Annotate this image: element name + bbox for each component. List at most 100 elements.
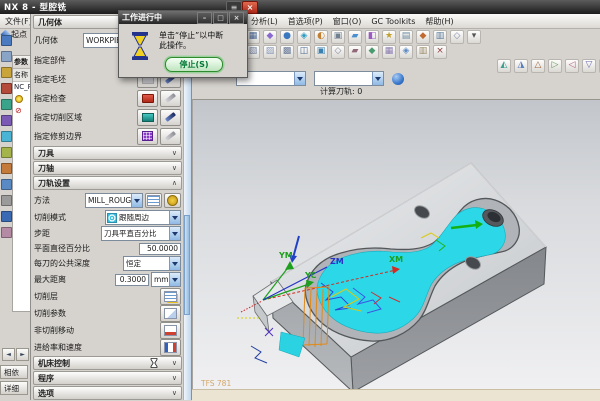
toolbar-icon[interactable]: ▾ (467, 30, 481, 44)
minimize-button[interactable]: – (197, 12, 212, 24)
toolbar-icon[interactable]: ◆ (416, 30, 430, 44)
toolbar-icon[interactable]: ▽ (582, 59, 596, 73)
toolbar-icon[interactable]: △ (531, 59, 545, 73)
toolbar-icon[interactable]: ◈ (399, 45, 413, 59)
toolbar-icon[interactable]: ▰ (348, 30, 362, 44)
resource-icon[interactable] (1, 211, 12, 222)
scroll-left-button[interactable]: ◄ (2, 348, 15, 361)
cutting-parameters-button[interactable] (160, 305, 181, 322)
new-method-button[interactable] (145, 193, 162, 208)
percent-diameter-input[interactable]: 50.0000 (139, 243, 181, 255)
chevron-down-icon[interactable] (294, 72, 305, 85)
toolbar-icon[interactable]: ◆ (263, 30, 277, 44)
toolbar-icon[interactable]: ◈ (297, 30, 311, 44)
resource-icon[interactable] (1, 227, 12, 238)
select-trim-boundary-button[interactable] (137, 128, 158, 145)
toolbar-icon[interactable]: ▨ (263, 45, 277, 59)
resource-icon[interactable] (1, 179, 12, 190)
display-check-button[interactable] (160, 90, 181, 107)
toolbar-icon[interactable]: ◇ (450, 30, 464, 44)
details-tab[interactable]: 详细 (0, 381, 28, 395)
toolbar-icon[interactable]: ◁ (565, 59, 579, 73)
select-cut-area-button[interactable] (137, 109, 158, 126)
progress-dialog: 工作进行中 – □ × 单击“停止”以中断 此操作。 停止(S) (118, 10, 248, 78)
dependencies-tab[interactable]: 相依 (0, 365, 28, 379)
toolbar-icon[interactable]: ▣ (331, 30, 345, 44)
toolbar-icon[interactable]: ◆ (365, 45, 379, 59)
scrollbar-thumb[interactable] (184, 215, 190, 315)
stop-button[interactable]: 停止(S) (165, 57, 223, 72)
toolbar-icon[interactable]: ◫ (297, 45, 311, 59)
toolbar-icon[interactable]: ▥ (416, 45, 430, 59)
view-orient-sphere-icon[interactable] (392, 73, 404, 85)
toolbar-icon[interactable]: ▰ (348, 45, 362, 59)
toolbar-icon[interactable]: ● (280, 30, 294, 44)
section-machine-control[interactable]: 机床控制 ∨ (33, 356, 182, 370)
resource-icon[interactable] (1, 35, 12, 46)
resource-icon[interactable] (1, 83, 12, 94)
toolbar-icon[interactable]: ▷ (548, 59, 562, 73)
edit-method-button[interactable] (164, 193, 181, 208)
method-select[interactable]: MILL_ROUGH (85, 193, 143, 208)
resource-icon[interactable] (1, 67, 12, 78)
chevron-down-icon[interactable] (169, 257, 180, 270)
depth-per-cut-select[interactable]: 恒定 (123, 256, 181, 271)
resource-icon[interactable] (1, 147, 12, 158)
max-distance-input[interactable]: 0.3000 (115, 274, 149, 286)
section-tool[interactable]: 刀具 ∨ (33, 146, 182, 160)
chevron-down-icon[interactable] (372, 72, 383, 85)
toolbar-icon[interactable]: ★ (382, 30, 396, 44)
toolbar-icon[interactable]: ▣ (314, 45, 328, 59)
toolbar-icon[interactable]: ▩ (280, 45, 294, 59)
toolbar-icon[interactable]: ◧ (365, 30, 379, 44)
chevron-down-icon[interactable] (169, 227, 180, 240)
menu-item[interactable]: GC Toolkits (366, 17, 420, 26)
display-cut-area-button[interactable] (160, 109, 181, 126)
progress-message: 单击“停止”以中断 此操作。 (159, 31, 223, 51)
selection-filter-select[interactable] (314, 71, 384, 86)
check-geometry-icon (142, 94, 154, 103)
section-tool-axis[interactable]: 刀轴 ∨ (33, 161, 182, 175)
non-cutting-moves-button[interactable] (160, 322, 181, 339)
chevron-down-icon[interactable] (169, 273, 180, 286)
resource-icon[interactable] (1, 131, 12, 142)
toolbar-icon[interactable]: ▧ (246, 45, 260, 59)
menu-item[interactable]: 窗口(O) (328, 16, 367, 27)
section-options[interactable]: 选项 ∨ (33, 386, 182, 400)
chevron-down-icon[interactable] (131, 194, 142, 207)
resource-icon[interactable] (1, 115, 12, 126)
toolbar-icon[interactable]: ▥ (433, 30, 447, 44)
resource-icon[interactable] (1, 163, 12, 174)
toolbar-icon[interactable]: ◇ (331, 45, 345, 59)
depth-per-cut-row: 每刀的公共深度 恒定 (33, 256, 182, 271)
toolbar-icon[interactable]: ▦ (246, 30, 260, 44)
cut-pattern-select[interactable]: 跟随周边 (105, 210, 181, 225)
section-path-settings[interactable]: 刀轨设置 ∧ (33, 176, 182, 190)
toolbar-icon[interactable]: ◮ (514, 59, 528, 73)
feeds-speeds-button[interactable] (160, 339, 181, 356)
menu-item[interactable]: 分析(L) (246, 16, 283, 27)
toolbar-icon[interactable]: ▦ (382, 45, 396, 59)
cut-levels-button[interactable] (160, 288, 181, 305)
maximize-button[interactable]: □ (213, 12, 228, 24)
resource-icon[interactable] (1, 99, 12, 110)
toolbar-icon[interactable]: × (433, 45, 447, 59)
toolbar-icon[interactable]: ▤ (399, 30, 413, 44)
display-trim-boundary-button[interactable] (160, 128, 181, 145)
max-distance-unit-select[interactable]: mm (151, 272, 181, 287)
stepover-select[interactable]: 刀具平直百分比 (101, 226, 181, 241)
graphics-viewport[interactable]: YM YC ZM XM TFS 781 (192, 99, 600, 390)
chevron-down-icon[interactable] (169, 211, 180, 224)
scroll-right-button[interactable]: ► (16, 348, 29, 361)
menu-item[interactable]: 帮助(H) (420, 16, 458, 27)
menu-item[interactable]: 首选项(P) (283, 16, 328, 27)
navigator-tree-item[interactable]: NC_P (13, 82, 31, 92)
progress-titlebar[interactable]: 工作进行中 – □ × (119, 11, 247, 24)
toolbar-icon[interactable]: ◭ (497, 59, 511, 73)
toolbar-icon[interactable]: ◐ (314, 30, 328, 44)
resource-icon[interactable] (1, 51, 12, 62)
resource-icon[interactable] (1, 195, 12, 206)
select-check-button[interactable] (137, 90, 158, 107)
section-program[interactable]: 程序 ∨ (33, 371, 182, 385)
close-button[interactable]: × (229, 12, 244, 24)
